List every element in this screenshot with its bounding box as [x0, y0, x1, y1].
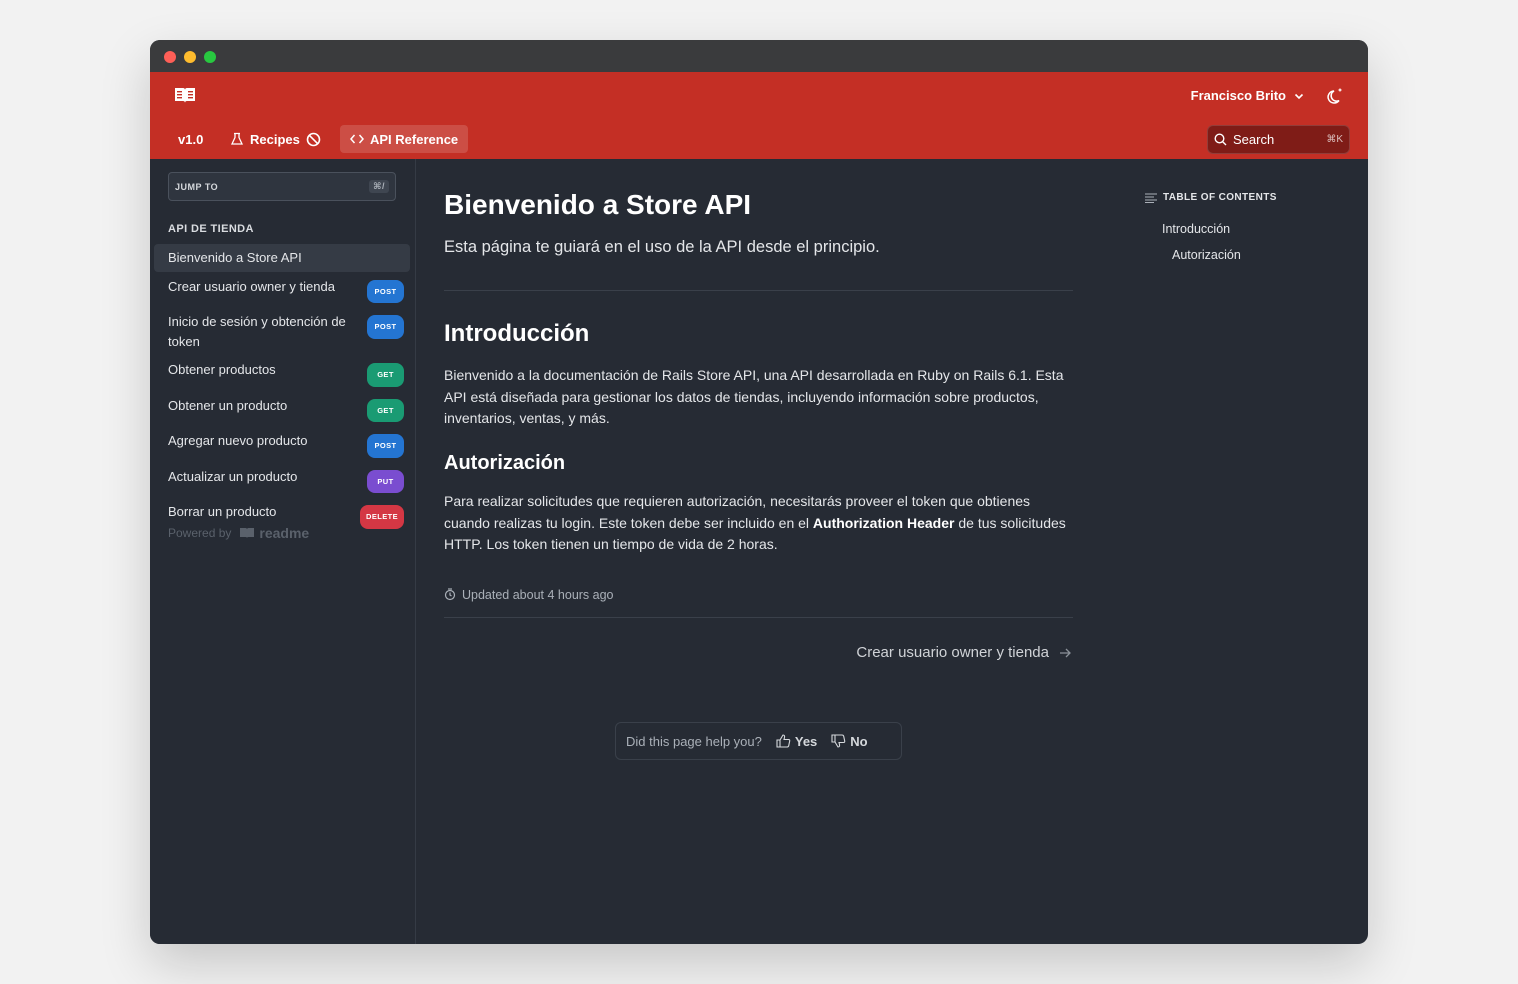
- sidebar-item-label: Inicio de sesión y obtención de token: [168, 314, 346, 349]
- jump-to-shortcut: ⌘/: [369, 180, 389, 193]
- feedback-question: Did this page help you?: [626, 733, 762, 749]
- toc-item-introduccion[interactable]: Introducción: [1162, 222, 1230, 236]
- readme-logo-icon: [240, 528, 255, 538]
- user-menu[interactable]: Francisco Brito: [1191, 88, 1304, 103]
- book-logo-icon[interactable]: [174, 86, 196, 104]
- sidebar-item-label: Crear usuario owner y tienda: [168, 278, 335, 294]
- code-icon: [350, 134, 364, 144]
- readme-brand: readme: [239, 525, 309, 541]
- sidebar-item-label: Actualizar un producto: [168, 468, 298, 484]
- close-window-button[interactable]: [164, 51, 176, 63]
- last-updated: Updated about 4 hours ago: [444, 587, 614, 602]
- sidebar-item-label: Borrar un producto: [168, 504, 277, 519]
- tab-recipes-label: Recipes: [250, 131, 300, 147]
- search-shortcut: ⌘K: [1326, 134, 1343, 145]
- flask-icon: [230, 132, 244, 145]
- sidebar: JUMP TO ⌘/ API DE TIENDA Bienvenido a St…: [150, 159, 416, 944]
- method-badge: DELETE: [360, 505, 404, 529]
- thumbs-down-icon: [831, 734, 846, 748]
- tab-recipes[interactable]: Recipes: [220, 125, 331, 153]
- divider: [444, 290, 1073, 291]
- minimize-window-button[interactable]: [184, 51, 196, 63]
- version-label: v1.0: [178, 131, 204, 147]
- method-badge: POST: [367, 279, 404, 303]
- table-of-contents: TABLE OF CONTENTS Introducción Autorizac…: [1145, 192, 1277, 262]
- powered-by[interactable]: Powered by readme: [168, 525, 309, 541]
- page-title: Bienvenido a Store API: [444, 189, 752, 220]
- feedback-yes-label: Yes: [794, 733, 818, 749]
- powered-by-label: Powered by: [168, 526, 232, 540]
- sidebar-section-title: API DE TIENDA: [168, 223, 254, 235]
- heading-introduccion: Introducción: [444, 320, 590, 347]
- sidebar-list: Bienvenido a Store API Crear usuario own…: [154, 244, 410, 534]
- title-bar: [150, 40, 1368, 72]
- readme-brand-label: readme: [259, 525, 310, 541]
- search-icon: [1214, 133, 1227, 146]
- auth-header-term: Authorization Header: [812, 514, 955, 531]
- sidebar-item-agregar-producto[interactable]: Agregar nuevo producto POST: [154, 427, 410, 462]
- last-updated-text: Updated about 4 hours ago: [462, 587, 614, 602]
- sidebar-item-crear-usuario[interactable]: Crear usuario owner y tienda POST: [154, 273, 410, 308]
- version-selector[interactable]: v1.0: [168, 125, 213, 153]
- browser-window: Francisco Brito v1.0 Recipes API Referen…: [150, 40, 1368, 944]
- maximize-window-button[interactable]: [204, 51, 216, 63]
- sidebar-item-inicio-sesion[interactable]: Inicio de sesión y obtención de token PO…: [154, 308, 410, 355]
- intro-paragraph: Bienvenido a la documentación de Rails S…: [444, 367, 1064, 426]
- method-badge: GET: [367, 398, 404, 422]
- sidebar-item-obtener-productos[interactable]: Obtener productos GET: [154, 356, 410, 391]
- arrow-right-icon: [1060, 648, 1071, 657]
- method-badge: GET: [367, 363, 404, 387]
- tab-api-reference-label: API Reference: [370, 131, 459, 147]
- jump-to-label: JUMP TO: [175, 181, 219, 192]
- sidebar-item-label: Bienvenido a Store API: [168, 250, 302, 265]
- sidebar-item-actualizar-producto[interactable]: Actualizar un producto PUT: [154, 463, 410, 498]
- feedback-no-button[interactable]: No: [831, 733, 868, 749]
- clock-icon: [444, 588, 456, 601]
- heading-autorizacion: Autorización: [444, 452, 566, 474]
- sidebar-item-bienvenido[interactable]: Bienvenido a Store API: [154, 244, 410, 272]
- page-subtitle: Esta página te guiará en el uso de la AP…: [444, 238, 880, 256]
- auth-paragraph: Para realizar solicitudes que requieren …: [444, 491, 1069, 556]
- search-button[interactable]: Search ⌘K: [1207, 125, 1350, 154]
- toc-item-autorizacion[interactable]: Autorización: [1172, 248, 1241, 262]
- disabled-icon: [306, 132, 321, 146]
- list-icon: [1145, 193, 1157, 203]
- method-badge: POST: [367, 315, 404, 339]
- method-badge: POST: [367, 434, 404, 458]
- next-page-label: Crear usuario owner y tienda: [856, 644, 1049, 661]
- dark-mode-toggle-icon[interactable]: [1326, 87, 1344, 105]
- next-page-link[interactable]: Crear usuario owner y tienda: [856, 644, 1072, 661]
- site-header: Francisco Brito v1.0 Recipes API Referen…: [150, 72, 1368, 159]
- user-name: Francisco Brito: [1190, 88, 1286, 103]
- method-badge: PUT: [367, 469, 404, 493]
- nav-tabs: v1.0 Recipes API Reference: [150, 125, 1368, 157]
- sidebar-item-label: Agregar nuevo producto: [168, 433, 308, 448]
- sidebar-item-label: Obtener un producto: [168, 397, 288, 413]
- sidebar-item-label: Obtener productos: [168, 362, 276, 377]
- sidebar-item-obtener-producto[interactable]: Obtener un producto GET: [154, 392, 410, 427]
- jump-to-input[interactable]: JUMP TO ⌘/: [168, 172, 396, 201]
- search-label: Search: [1233, 132, 1275, 147]
- feedback-no-label: No: [850, 733, 868, 749]
- feedback-yes-button[interactable]: Yes: [776, 734, 817, 749]
- toc-title: TABLE OF CONTENTS: [1145, 192, 1277, 203]
- chevron-down-icon: [1294, 93, 1304, 99]
- tab-api-reference[interactable]: API Reference: [340, 125, 469, 153]
- feedback-widget: Did this page help you? Yes No: [615, 722, 902, 760]
- thumbs-up-icon: [776, 734, 791, 748]
- divider: [444, 617, 1073, 618]
- toc-title-label: TABLE OF CONTENTS: [1163, 192, 1277, 203]
